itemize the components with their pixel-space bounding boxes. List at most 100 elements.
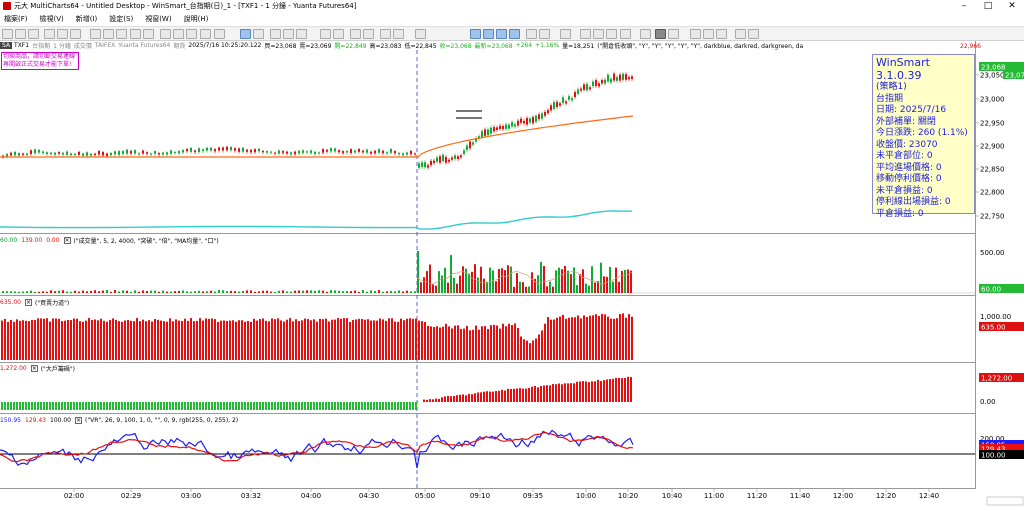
toolbar-dom-icon[interactable]: [380, 29, 391, 39]
close-pane-icon[interactable]: ×: [63, 237, 71, 244]
close-icon[interactable]: ✕: [1000, 0, 1024, 12]
toolbar-link-icon[interactable]: [668, 29, 679, 39]
toolbar-lineplot-icon[interactable]: [296, 29, 307, 39]
toolbar-grid-icon[interactable]: [173, 29, 184, 39]
power-bar: [373, 320, 375, 360]
toolbar-print-icon[interactable]: [640, 29, 651, 39]
power-bar: [565, 318, 567, 360]
toolbar-new-icon[interactable]: [2, 29, 13, 39]
power-bar: [181, 320, 183, 360]
price-tick-label: 22,900: [980, 143, 1005, 151]
menu-view[interactable]: 檢視(V): [40, 14, 64, 24]
toolbar-indicator-icon[interactable]: [186, 29, 197, 39]
candle-body: [126, 149, 128, 154]
minimize-icon[interactable]: –: [952, 0, 976, 12]
menu-file[interactable]: 檔案(F): [4, 14, 28, 24]
toolbar-up-icon[interactable]: [526, 29, 537, 39]
toolbar-fit-icon[interactable]: [496, 29, 507, 39]
power-pane-header: 635.00 × ("買賣力道"): [0, 298, 975, 307]
candle-body: [362, 150, 364, 153]
toolbar-analysis-icon[interactable]: [415, 29, 426, 39]
volume-value-1: 60.00: [0, 237, 18, 244]
power-bar: [124, 320, 126, 360]
toolbar-refresh-icon[interactable]: [560, 29, 571, 39]
power-bar: [514, 323, 516, 360]
toolbar-pen-icon[interactable]: [253, 29, 264, 39]
toolbar-bar-icon[interactable]: [270, 29, 281, 39]
toolbar-zoom-icon[interactable]: [160, 29, 171, 39]
toolbar-channel-icon[interactable]: [130, 29, 141, 39]
volume-bar: [585, 283, 587, 293]
close-pane-icon[interactable]: ×: [30, 365, 38, 372]
toolbar-table-icon[interactable]: [716, 29, 727, 39]
power-bar: [211, 318, 213, 360]
big-holder-bar: [223, 402, 225, 410]
power-bar: [85, 320, 87, 360]
toolbar-range-icon[interactable]: [509, 29, 520, 39]
toolbar-lock-icon[interactable]: [620, 29, 631, 39]
maximize-icon[interactable]: □: [976, 0, 1000, 12]
volume-bar: [456, 283, 458, 293]
toolbar-hand-icon[interactable]: [70, 29, 81, 39]
toolbar-text-icon[interactable]: [103, 29, 114, 39]
toolbar-settings-icon[interactable]: [735, 29, 746, 39]
big-holder-bar: [25, 402, 27, 410]
toolbar-chart-icon[interactable]: [690, 29, 701, 39]
volume-bar: [489, 267, 491, 293]
power-bar: [619, 314, 621, 360]
toolbar-stop-icon[interactable]: [593, 29, 604, 39]
toolbar-fib-icon[interactable]: [116, 29, 127, 39]
menu-help[interactable]: 說明(H): [184, 14, 209, 24]
toolbar-trade-icon[interactable]: [393, 29, 404, 39]
time-tick-label: 11:20: [747, 492, 767, 500]
toolbar-play-icon[interactable]: [580, 29, 591, 39]
toolbar-alert-icon[interactable]: [214, 29, 225, 39]
close-pane-icon[interactable]: ×: [25, 299, 32, 306]
toolbar-zoom-out-icon[interactable]: [483, 29, 494, 39]
toolbar-zoom-in-icon[interactable]: [470, 29, 481, 39]
change-label: +264: [515, 42, 533, 49]
toolbar-crosshair-icon[interactable]: [57, 29, 68, 39]
toolbar-sound-icon[interactable]: [606, 29, 617, 39]
chart-area[interactable]: 23,050 23,000 22,950 22,900 22,850 22,800 22,7…: [0, 0, 1024, 507]
big-holder-bar: [325, 402, 327, 410]
toolbar-layout-icon[interactable]: [655, 29, 666, 39]
close-pane-icon[interactable]: ×: [75, 417, 82, 424]
volume-bar: [34, 291, 36, 293]
toolbar-line-icon[interactable]: [90, 29, 101, 39]
toolbar-order-icon[interactable]: [363, 29, 374, 39]
power-bar: [28, 321, 30, 360]
toolbar-draw-icon[interactable]: [240, 29, 251, 39]
candle-body: [70, 153, 72, 156]
power-bar: [271, 318, 273, 360]
big-holder-bar: [211, 402, 213, 410]
big-last-label: 1,272.00: [981, 375, 1012, 383]
big-holder-bar: [253, 402, 255, 410]
big-holder-bar: [250, 402, 252, 410]
volume-bar: [468, 273, 470, 293]
toolbar-save-icon[interactable]: [28, 29, 39, 39]
menu-settings[interactable]: 設定(S): [109, 14, 133, 24]
menu-insert[interactable]: 新增(I): [76, 14, 98, 24]
power-desc: ("買賣力道"): [35, 300, 70, 307]
candle-body: [310, 150, 312, 154]
volume-bar: [22, 291, 24, 293]
toolbar-candle-icon[interactable]: [283, 29, 294, 39]
toolbar-signal-icon[interactable]: [200, 29, 211, 39]
toolbar-scroll-right-icon[interactable]: [333, 29, 344, 39]
power-bar: [25, 320, 27, 360]
toolbar-scroll-left-icon[interactable]: [320, 29, 331, 39]
candle-body: [502, 126, 504, 130]
toolbar-help-icon[interactable]: [748, 29, 759, 39]
toolbar-volume-icon[interactable]: [703, 29, 714, 39]
big-holder-bar: [373, 402, 375, 410]
menu-window[interactable]: 視窗(W): [145, 14, 171, 24]
power-bar: [520, 336, 522, 360]
toolbar-open-icon[interactable]: [15, 29, 26, 39]
toolbar-down-icon[interactable]: [539, 29, 550, 39]
volume-bar: [114, 290, 116, 293]
toolbar-magnify-icon[interactable]: [350, 29, 361, 39]
candle-body: [270, 151, 272, 153]
toolbar-shape-icon[interactable]: [143, 29, 154, 39]
toolbar-cursor-icon[interactable]: [44, 29, 55, 39]
